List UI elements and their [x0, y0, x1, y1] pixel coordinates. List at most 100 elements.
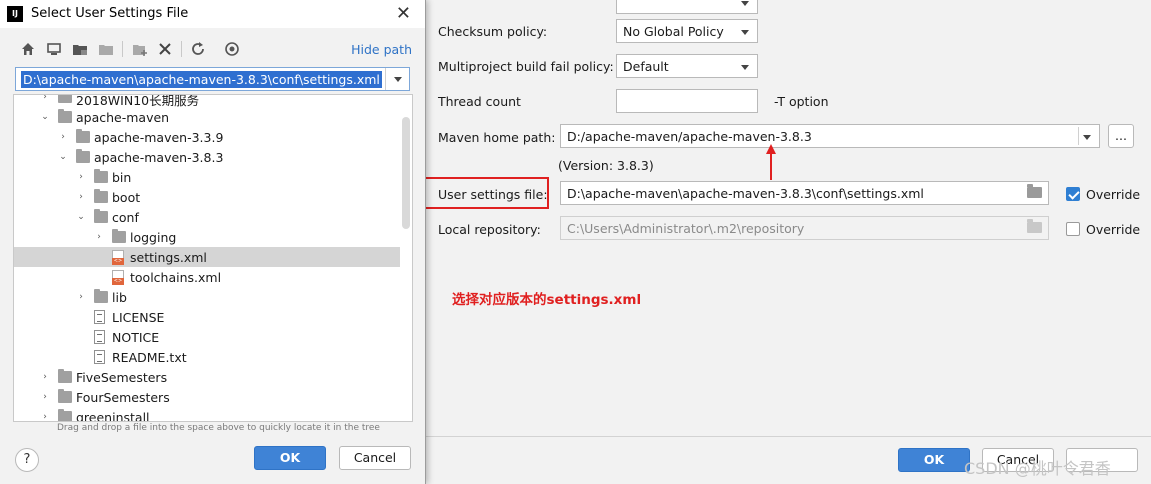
folder-icon	[76, 149, 90, 163]
delete-icon[interactable]	[157, 41, 173, 57]
tree-row[interactable]: › greeninstall	[14, 407, 400, 422]
chevron-right-icon[interactable]: ›	[40, 412, 50, 421]
chevron-down-icon[interactable]: ⌄	[58, 152, 68, 162]
show-hidden-icon[interactable]	[224, 41, 240, 57]
toolbar-separator	[181, 41, 182, 57]
path-input-value[interactable]: D:\apache-maven\apache-maven-3.8.3\conf\…	[21, 71, 382, 88]
dialog-titlebar[interactable]: IJ Select User Settings File ✕	[0, 0, 425, 28]
tree-row-label: conf	[112, 210, 139, 225]
tree-row[interactable]: › FourSemesters	[14, 387, 400, 407]
tree-row[interactable]: › lib	[14, 287, 400, 307]
tree-row[interactable]: LICENSE	[14, 307, 400, 327]
text-file-icon	[94, 310, 105, 324]
top-cut-combo[interactable]	[616, 0, 758, 14]
highlight-box	[424, 177, 549, 209]
tree-row-label: NOTICE	[112, 330, 160, 345]
desktop-icon[interactable]	[46, 41, 62, 57]
xml-file-icon	[112, 250, 124, 265]
maven-home-select[interactable]: D:/apache-maven/apache-maven-3.8.3	[560, 124, 1100, 148]
maven-home-label: Maven home path:	[438, 130, 556, 145]
tree-row-label: logging	[130, 230, 177, 245]
folder-icon	[94, 169, 108, 183]
select-file-dialog: IJ Select User Settings File ✕ Hide path…	[0, 0, 426, 484]
user-settings-override-checkbox[interactable]	[1066, 187, 1080, 201]
tree-row-label: apache-maven-3.3.9	[94, 130, 224, 145]
tree-row-label: LICENSE	[112, 310, 165, 325]
close-icon[interactable]: ✕	[396, 3, 411, 24]
thread-count-input[interactable]	[616, 89, 758, 113]
folder-icon	[76, 129, 90, 143]
tree-row-label: toolchains.xml	[130, 270, 222, 285]
tree-row-label: FourSemesters	[76, 390, 170, 405]
tree-row[interactable]: › boot	[14, 187, 400, 207]
tree-row-label: apache-maven-3.8.3	[94, 150, 224, 165]
home-icon[interactable]	[20, 41, 36, 57]
chevron-right-icon[interactable]: ›	[76, 172, 86, 182]
new-folder-icon[interactable]	[132, 41, 148, 57]
chevron-right-icon[interactable]: ›	[58, 132, 68, 142]
toolbar-separator	[122, 41, 123, 57]
folder-icon	[94, 209, 108, 223]
hide-path-link[interactable]: Hide path	[351, 42, 412, 57]
dialog-title: Select User Settings File	[31, 6, 189, 21]
chevron-down-icon[interactable]: ⌄	[76, 212, 86, 222]
xml-file-icon	[112, 270, 124, 285]
refresh-icon[interactable]	[190, 41, 206, 57]
footer-divider	[426, 436, 1151, 437]
local-repository-override-checkbox[interactable]	[1066, 222, 1080, 236]
watermark: CSDN @桃叶令君香	[964, 459, 1111, 478]
tree-row-label: greeninstall	[76, 410, 150, 422]
multiproject-policy-select[interactable]: Default	[616, 54, 758, 78]
user-settings-input[interactable]: D:\apache-maven\apache-maven-3.8.3\conf\…	[560, 181, 1049, 205]
chevron-down-icon[interactable]: ⌄	[40, 112, 50, 122]
local-repository-input[interactable]: C:\Users\Administrator\.m2\repository	[560, 216, 1049, 240]
chevron-down-icon	[1083, 135, 1091, 140]
checksum-policy-select[interactable]: No Global Policy	[616, 19, 758, 43]
folder-icon	[58, 389, 72, 403]
tree-scrollbar[interactable]	[402, 117, 410, 229]
help-button[interactable]: ?	[15, 448, 39, 472]
tree-row[interactable]: › bin	[14, 167, 400, 187]
folder-icon	[94, 289, 108, 303]
chevron-right-icon[interactable]: ›	[94, 232, 104, 242]
chevron-right-icon[interactable]: ›	[40, 392, 50, 402]
chevron-down-icon	[741, 65, 749, 70]
thread-count-label: Thread count	[438, 94, 521, 109]
file-tree[interactable]: › 2018WIN10长期服务 ⌄ apache-maven › apache-maven…	[13, 94, 413, 422]
maven-version-text: (Version: 3.8.3)	[558, 158, 654, 173]
intellij-logo-icon: IJ	[7, 6, 23, 22]
tree-row[interactable]: settings.xml	[14, 247, 400, 267]
module-folder-icon[interactable]	[98, 41, 114, 57]
folder-icon	[112, 229, 126, 243]
tree-row[interactable]: › 2018WIN10长期服务	[14, 95, 400, 108]
user-settings-override-label: Override	[1086, 187, 1141, 202]
settings-ok-button[interactable]: OK	[898, 448, 970, 472]
dialog-cancel-button[interactable]: Cancel	[339, 446, 411, 470]
tree-row[interactable]: NOTICE	[14, 327, 400, 347]
tree-row-label: FiveSemesters	[76, 370, 168, 385]
chevron-right-icon[interactable]: ›	[40, 95, 50, 102]
chevron-down-icon[interactable]	[385, 68, 409, 90]
checksum-policy-label: Checksum policy:	[438, 24, 548, 39]
local-repository-override-label: Override	[1086, 222, 1141, 237]
folder-icon	[58, 409, 72, 421]
chevron-right-icon[interactable]: ›	[76, 292, 86, 302]
tree-row-label: settings.xml	[130, 250, 207, 265]
tree-row[interactable]: › apache-maven-3.3.9	[14, 127, 400, 147]
tree-row[interactable]: README.txt	[14, 347, 400, 367]
chevron-right-icon[interactable]: ›	[40, 372, 50, 382]
folder-icon[interactable]	[1027, 184, 1042, 198]
dialog-ok-button[interactable]: OK	[254, 446, 326, 470]
tree-row[interactable]: ⌄ apache-maven	[14, 107, 400, 127]
path-input[interactable]: D:\apache-maven\apache-maven-3.8.3\conf\…	[15, 67, 410, 91]
tree-row[interactable]: › logging	[14, 227, 400, 247]
tree-row[interactable]: ⌄ conf	[14, 207, 400, 227]
maven-home-browse-button[interactable]: ...	[1108, 124, 1134, 148]
annotation-text: 选择对应版本的settings.xml	[452, 292, 642, 308]
tree-row[interactable]: ⌄ apache-maven-3.8.3	[14, 147, 400, 167]
tree-row[interactable]: toolchains.xml	[14, 267, 400, 287]
chevron-right-icon[interactable]: ›	[76, 192, 86, 202]
chevron-down-icon	[741, 30, 749, 35]
tree-row[interactable]: › FiveSemesters	[14, 367, 400, 387]
project-folder-icon[interactable]	[72, 41, 88, 57]
